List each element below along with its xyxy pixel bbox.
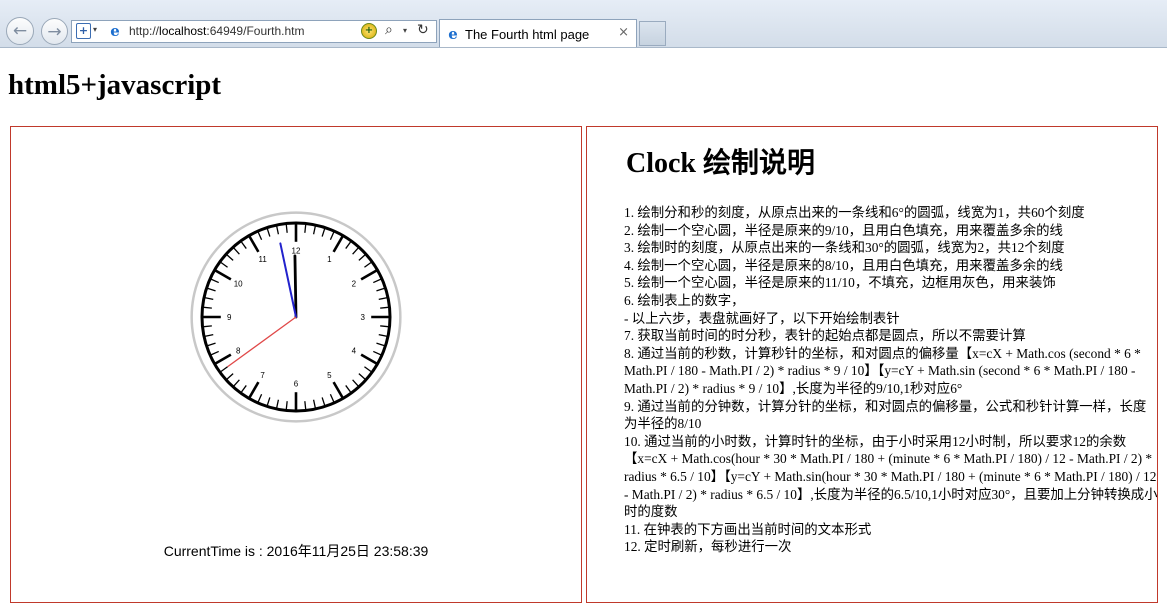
step-item: 4. 绘制一个空心圆，半径是原来的8/10，且用白色填充，用来覆盖多余的线 [624,257,1063,273]
step-item: 8. 通过当前的秒数，计算秒针的坐标，和对圆点的偏移量【x=cX + Math.… [624,345,1141,396]
search-icon[interactable]: ⌕ [385,22,393,38]
ie-icon: e [110,22,120,40]
step-item: 5. 绘制一个空心圆，半径是原来的11/10，不填充，边框用灰色，用来装饰 [624,275,1056,291]
step-item: 10. 通过当前的小时数，计算时针的坐标，由于小时采用12小时制，所以要求12的… [624,433,1158,520]
back-icon: ← [12,21,28,41]
clock-number: 11 [258,255,267,264]
clock-number: 4 [352,346,357,355]
refresh-icon[interactable]: ↻ [417,22,429,38]
clock-number: 9 [227,313,232,322]
compatibility-icon[interactable]: + [76,23,91,39]
close-icon[interactable]: × [618,25,629,40]
clock-number: 1 [327,255,332,264]
browser-chrome: ← → + ▾ e http://localhost:64949/Fourth.… [0,0,1167,48]
forward-icon: → [47,22,62,42]
address-bar[interactable]: + ▾ e http://localhost:64949/Fourth.htm … [71,20,437,43]
step-item: - 以上六步，表盘就画好了，以下开始绘制表针 [624,310,900,326]
tab-fourth-page[interactable]: e The Fourth html page × [439,19,637,47]
step-item: 11. 在钟表的下方画出当前时间的文本形式 [624,521,872,537]
clock-number: 10 [234,280,243,289]
step-item: 6. 绘制表上的数字， [624,292,745,308]
url-text[interactable]: http://localhost:64949/Fourth.htm [129,24,304,38]
ie-icon: e [448,25,458,43]
url-path: :64949/Fourth.htm [206,24,305,38]
step-item: 9. 通过当前的分钟数，计算分针的坐标，和对圆点的偏移量，公式和秒针计算一样，长… [624,398,1147,432]
current-time-text: CurrentTime is : 2016年11月25日 23:58:39 [163,543,429,559]
clock-number: 8 [236,346,241,355]
hour-hand [293,254,298,319]
clock-number: 3 [361,313,366,322]
new-tab-button[interactable] [639,21,666,46]
chevron-down-icon[interactable]: ▾ [93,25,97,34]
description-panel: Clock 绘制说明 1. 绘制分和秒的刻度，从原点出来的一条线和6°的圆弧，线… [586,126,1158,603]
step-item: 7. 获取当前时间的时分秒，表针的起始点都是圆点，所以不需要计算 [624,328,1026,344]
clock-number: 2 [352,280,357,289]
url-host: localhost [159,24,207,38]
steps-list: 1. 绘制分和秒的刻度，从原点出来的一条线和6°的圆弧，线宽为1，共60个刻度 2… [624,204,1158,556]
clock-canvas: 121234567891011 [190,211,402,423]
forward-button[interactable]: → [41,18,68,45]
compatibility-view-icon[interactable]: + [361,23,377,39]
clock-number: 6 [294,380,299,389]
page-heading: html5+javascript [8,69,222,101]
step-item: 12. 定时刷新，每秒进行一次 [624,539,792,555]
step-item: 2. 绘制一个空心圆，半径是原来的9/10，且用白色填充，用来覆盖多余的线 [624,222,1063,238]
back-button[interactable]: ← [6,17,34,45]
url-prefix: http:// [129,24,160,38]
clock-number: 12 [292,246,301,255]
clock-number: 7 [260,371,265,380]
tab-title: The Fourth html page [465,27,590,42]
step-item: 3. 绘制时的刻度，从原点出来的一条线和30°的圆弧，线宽为2，共12个刻度 [624,240,1065,256]
step-item: 1. 绘制分和秒的刻度，从原点出来的一条线和6°的圆弧，线宽为1，共60个刻度 [624,205,1085,220]
clock-panel: 12 1 2 3 4 5 6 7 8 9 10 11 CurrentTime is : 2016年11… [10,126,582,603]
chevron-down-icon[interactable]: ▾ [403,26,407,35]
clock: 121234567891011 [190,211,402,423]
clock-number: 5 [327,371,332,380]
description-title: Clock 绘制说明 [626,148,816,179]
